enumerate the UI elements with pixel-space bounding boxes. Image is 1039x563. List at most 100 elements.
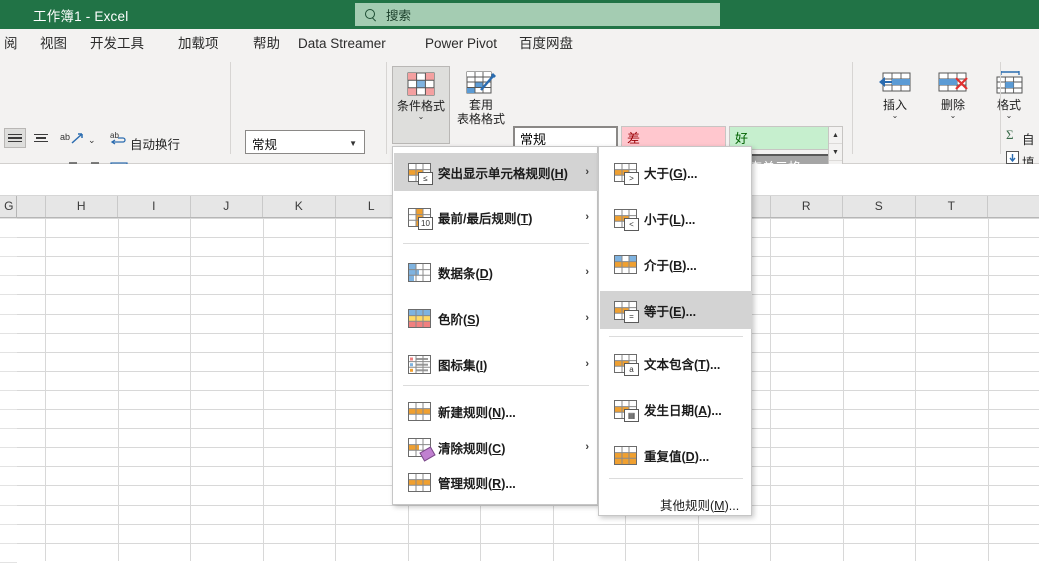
between-icon [614,254,637,274]
row-header-separator [0,294,17,296]
fill-icon[interactable] [1006,151,1019,164]
menu-item[interactable]: > 大于(G)... [600,153,752,191]
column-header-J[interactable]: J [191,196,263,217]
menu-item[interactable]: 色阶(S) › [394,299,598,337]
menu-separator [403,385,589,386]
window-title: 工作簿1 - Excel [33,9,129,24]
menu-item[interactable]: ≤ 突出显示单元格规则(H) › [394,153,598,191]
autosum-icon[interactable]: Σ [1006,127,1019,142]
row-header-separator [0,466,17,468]
row-header-separator [0,428,17,430]
column-header-K[interactable]: K [263,196,336,217]
menu-item[interactable]: 清除规则(C) › [394,428,598,466]
menu-item-label: 管理规则(R)... [438,476,516,491]
row-header-separator [0,409,17,410]
row-header-separator [0,370,17,372]
insert-cells-label: 插入 [882,98,907,112]
menu-item-label: 等于(E)... [644,304,697,319]
delete-cells-button[interactable]: 删除 ⌄ [924,70,982,120]
menu-separator [609,336,743,337]
title-bar: 工作簿1 - Excel 搜索 [0,0,1039,29]
format-cells-caret[interactable]: ⌄ [980,112,1038,120]
format-as-table-label-2: 表格格式 [456,112,505,126]
insert-cells-button[interactable]: 插入 ⌄ [866,70,924,120]
ribbon-tab-6[interactable]: Power Pivot [421,29,501,58]
ribbon-tab-strip: 阅视图 开发工具 加载项 帮助 Data Streamer Power Pivot 百度网盘 [0,29,1039,58]
icon-badge: = [624,309,639,323]
delete-cells-caret[interactable]: ⌄ [924,112,982,120]
menu-item-label: 数据条(D) [438,266,493,281]
menu-item[interactable]: 其他规则(M)... [600,485,752,523]
column-header-I[interactable]: I [118,196,191,217]
ribbon-tab-0[interactable]: 阅 [0,29,22,58]
clear-rules-icon [408,437,436,462]
row-header-separator [0,351,17,353]
row-header-separator [0,485,17,487]
chevron-right-icon: › [585,211,589,223]
menu-item[interactable]: = 等于(E)... [600,291,752,329]
less-than-icon: < [614,208,639,231]
column-header-T[interactable]: T [916,196,988,217]
ribbon-tab-5[interactable]: Data Streamer [294,29,390,58]
menu-item-label: 重复值(D)... [644,449,710,464]
color-scales-icon [408,308,431,328]
gallery-scroll-up-button[interactable]: ▲ [829,127,842,144]
insert-cells-caret[interactable]: ⌄ [866,112,924,120]
search-box[interactable]: 搜索 [355,3,720,26]
menu-item-label: 色阶(S) [438,312,480,327]
orientation-caret[interactable]: ⌄ [88,135,96,146]
ribbon-tab-2[interactable]: 开发工具 [86,29,148,58]
menu-item[interactable]: 图标集(I) › [394,345,598,383]
text-contains-icon: a [614,353,639,376]
column-header-S[interactable]: S [843,196,916,217]
wrap-text-icon[interactable]: ab [110,130,128,146]
menu-separator [609,478,743,479]
row-header-separator [0,313,17,315]
chevron-right-icon: › [585,166,589,178]
excel-window: 工作簿1 - Excel 搜索 阅视图 开发工具 加载项 帮助 Data Streame… [0,0,1039,563]
conditional-formatting-caret[interactable]: ⌄ [393,113,449,121]
ribbon-tab-7[interactable]: 百度网盘 [515,29,577,58]
align-middle-button[interactable] [30,128,52,148]
menu-item[interactable]: a 文本包含(T)... [600,344,752,382]
duplicate-values-icon [614,445,637,465]
menu-item[interactable]: 数据条(D) › [394,253,598,291]
conditional-formatting-button[interactable]: 条件格式 ⌄ [392,66,450,144]
menu-item-label: 大于(G)... [644,166,698,181]
menu-item-label: 其他规则(M)... [660,498,740,513]
menu-item[interactable]: ▦ 发生日期(A)... [600,390,752,428]
gallery-scroll-down-button[interactable]: ▼ [829,144,842,161]
align-top-button[interactable] [4,128,26,148]
conditional-formatting-menu: ≤ 突出显示单元格规则(H) › 10 最前/最后规则(T) › 数据条(D) › 色阶(S) ›… [392,146,598,505]
wrap-text-label[interactable]: 自动换行 [130,134,180,153]
number-format-select[interactable]: 常规 ▼ [245,130,365,154]
highlight-cells-rules-icon: ≤ [408,162,433,185]
row-header-separator [0,332,17,334]
row-header-separator [0,447,17,449]
row-header-separator [0,237,17,239]
autosum-label[interactable]: 自 [1022,129,1035,148]
menu-separator [403,243,589,244]
menu-item[interactable]: 新建规则(N)... [394,392,598,430]
icon-badge: a [624,362,639,376]
menu-item[interactable]: 管理规则(R)... [394,463,598,501]
column-header-R[interactable]: R [771,196,843,217]
format-as-table-button[interactable]: 套用 表格格式 [452,70,510,126]
icon-badge: < [624,217,639,231]
format-cells-label: 格式 [996,98,1021,112]
menu-item[interactable]: 重复值(D)... [600,436,752,474]
column-header-G[interactable]: G [0,196,46,217]
menu-item[interactable]: < 小于(L)... [600,199,752,237]
format-cells-button[interactable]: 格式 ⌄ [980,70,1038,120]
menu-item[interactable]: 介于(B)... [600,245,752,283]
ribbon-tab-3[interactable]: 加载项 [174,29,223,58]
chevron-right-icon: › [585,441,589,453]
orientation-icon[interactable]: ab [60,131,86,147]
column-header-H[interactable]: H [46,196,118,217]
chevron-right-icon: › [585,358,589,370]
ribbon-tab-4[interactable]: 帮助 [249,29,284,58]
menu-item[interactable]: 10 最前/最后规则(T) › [394,198,598,236]
grid-row-line [17,523,1039,525]
manage-rules-icon [408,472,431,492]
ribbon-tab-1[interactable]: 视图 [36,29,71,58]
